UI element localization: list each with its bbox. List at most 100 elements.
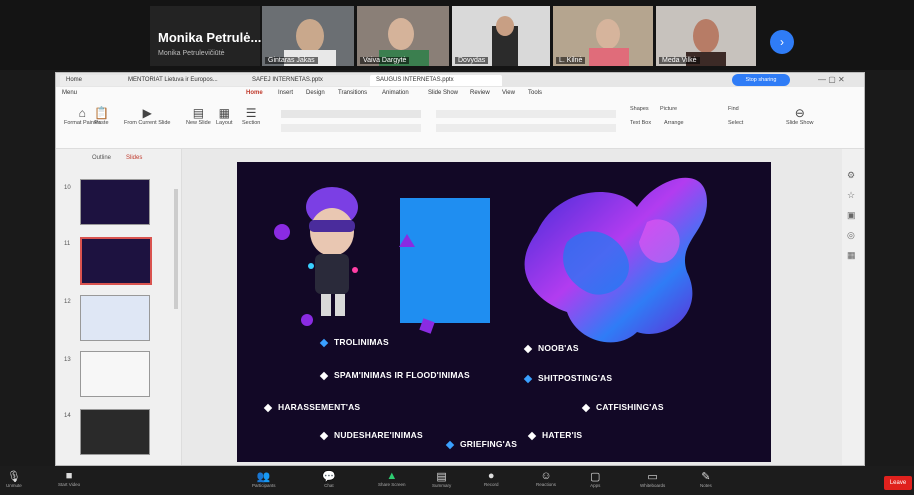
participant-name: Dovydas	[455, 57, 489, 64]
participant-tile[interactable]: Gintaras Jakas	[262, 6, 354, 66]
panel-scrollbar[interactable]	[174, 189, 178, 309]
slide-show-button[interactable]: ⊖ Slide Show	[786, 106, 814, 126]
bullet-diamond-icon	[319, 338, 329, 347]
notes-button[interactable]: ✎ Notes	[700, 470, 712, 488]
participant-tile[interactable]: L. Kilnė	[553, 6, 653, 66]
menu-item[interactable]: Transitions	[338, 90, 367, 96]
participant-name: Meda Vilkė	[659, 57, 700, 64]
slide-artwork	[274, 177, 707, 343]
font-format-row[interactable]	[281, 124, 421, 132]
section-button[interactable]: ☰ Section	[242, 106, 260, 126]
keyword-item: HATER'IS	[527, 430, 582, 440]
select-button[interactable]: Select	[728, 120, 743, 126]
participant-name: Vaiva Dargytė	[360, 57, 410, 64]
tab-slides[interactable]: Slides	[126, 155, 142, 161]
slide-thumbnail-selected[interactable]	[80, 237, 152, 285]
speaker-name: Monika Petrulė...	[158, 30, 262, 45]
paragraph-row-2[interactable]	[436, 124, 616, 132]
paragraph-row[interactable]	[436, 110, 616, 118]
chat-button[interactable]: 💬 Chat	[322, 470, 336, 488]
slide-thumbnail[interactable]	[80, 179, 150, 225]
paste-button[interactable]: 📋 Paste	[94, 106, 109, 126]
leave-button[interactable]: Leave	[884, 476, 912, 490]
layout-button[interactable]: ▦ Layout	[216, 106, 233, 126]
side-tool-icons[interactable]: ⚙ ☆ ▣ ◎ ▦	[847, 165, 856, 265]
blue-rectangle	[400, 198, 490, 323]
participants-button[interactable]: 👥 Participants	[252, 470, 276, 488]
bullet-diamond-icon	[319, 371, 329, 380]
menu-item[interactable]: Tools	[528, 90, 542, 96]
meeting-controls-bar	[0, 466, 914, 495]
menu-item[interactable]: Slide Show	[428, 90, 458, 96]
tab-outline[interactable]: Outline	[92, 155, 111, 161]
reactions-button[interactable]: ☺ Reactions	[536, 470, 556, 487]
character-illustration-icon	[306, 187, 358, 316]
mic-button[interactable]: 🎙 Unmute	[6, 470, 22, 488]
keyword-item: NUDESHARE'INIMAS	[319, 430, 423, 440]
participant-name: Gintaras Jakas	[265, 57, 318, 64]
tab-home[interactable]: Home	[60, 75, 130, 86]
menu-item-active[interactable]: Home	[246, 90, 263, 96]
participant-tile[interactable]: Dovydas	[452, 6, 550, 66]
slide-number: 12	[64, 299, 71, 305]
bullet-diamond-icon	[581, 403, 591, 412]
ribbon-toolbar: ⌂ Format Painter 📋 Paste ▶ From Current Sli…	[56, 100, 864, 149]
keyword-item: TROLINIMAS	[319, 337, 389, 347]
bullet-diamond-icon	[523, 344, 533, 353]
active-speaker-tile[interactable]: Monika Petrulė... Monika Petrulevičiūtė	[150, 6, 262, 66]
speaker-subtitle: Monika Petrulevičiūtė	[158, 50, 225, 57]
bullet-diamond-icon	[445, 440, 455, 449]
keyword-item: NOOB'AS	[523, 343, 579, 353]
slide-thumbnail[interactable]	[80, 295, 150, 341]
share-screen-button[interactable]: ▲ Share Screen	[378, 470, 406, 487]
menu-item[interactable]: Review	[470, 90, 490, 96]
tab-presentation-active[interactable]: SAUGUS INTERNETAS.pptx	[370, 75, 502, 86]
bullet-diamond-icon	[319, 431, 329, 440]
tab-document[interactable]: MENTORIAT Lietuva ir Europos...	[122, 75, 254, 86]
participant-tile[interactable]: Meda Vilkė	[656, 6, 756, 66]
keyword-item: HARASSEMENT'AS	[263, 402, 360, 412]
arrange-button[interactable]: Arrange	[664, 120, 684, 126]
menu-item[interactable]: Insert	[278, 90, 293, 96]
slide-number: 13	[64, 357, 71, 363]
whiteboards-button[interactable]: ▭ Whiteboards	[640, 470, 665, 488]
bullet-diamond-icon	[263, 403, 273, 412]
apps-button[interactable]: ▢ Apps	[590, 470, 600, 488]
participant-name: L. Kilnė	[556, 57, 586, 64]
browser-tab-bar: Home MENTORIAT Lietuva ir Europos... SAF…	[56, 73, 864, 87]
stop-sharing-button[interactable]: Stop sharing	[732, 74, 790, 86]
participant-tile[interactable]: Vaiva Dargytė	[357, 6, 449, 66]
slide-number: 10	[64, 185, 71, 191]
keyword-item: SPAM'INIMAS IR FLOOD'INIMAS	[319, 370, 470, 380]
keyword-item: CATFISHING'AS	[581, 402, 664, 412]
bullet-diamond-icon	[523, 374, 533, 383]
keyword-item: SHITPOSTING'AS	[523, 373, 612, 383]
from-current-slide-button[interactable]: ▶ From Current Slide	[124, 106, 170, 126]
record-button[interactable]: ● Record	[484, 470, 499, 487]
window-controls[interactable]: — ▢ ✕	[818, 75, 845, 84]
shapes-button[interactable]: Shapes	[630, 106, 649, 112]
next-participants-button[interactable]: ›	[770, 30, 794, 54]
summary-button[interactable]: ▤ Summary	[432, 470, 451, 488]
font-family-select[interactable]	[281, 110, 421, 118]
current-slide[interactable]: TROLINIMAS SPAM'INIMAS IR FLOOD'INIMAS H…	[237, 162, 771, 462]
new-slide-button[interactable]: ▤ New Slide	[186, 106, 211, 126]
picture-button[interactable]: Picture	[660, 106, 677, 112]
slide-number: 11	[64, 241, 71, 247]
menu-bar: Menu Home Insert Design Transitions Anim…	[56, 87, 864, 100]
video-button[interactable]: ■ Start Video	[58, 470, 80, 487]
bullet-diamond-icon	[527, 431, 537, 440]
find-button[interactable]: Find	[728, 106, 739, 112]
slide-thumbnail[interactable]	[80, 409, 150, 455]
right-toolbar: ⚙ ☆ ▣ ◎ ▦	[842, 149, 864, 465]
menu-item[interactable]: Animation	[382, 90, 409, 96]
menu-item[interactable]: View	[502, 90, 515, 96]
menu-item[interactable]: Menu	[62, 90, 77, 96]
slide-thumbnail[interactable]	[80, 351, 150, 397]
keyword-item: GRIEFING'AS	[445, 439, 517, 449]
slide-panel: Outline Slides 10 11 12 13 14	[56, 149, 182, 465]
text-box-button[interactable]: Text Box	[630, 120, 651, 126]
menu-item[interactable]: Design	[306, 90, 325, 96]
slide-number: 14	[64, 413, 71, 419]
tab-presentation[interactable]: SAFEJ INTERNETAS.pptx	[246, 75, 378, 86]
